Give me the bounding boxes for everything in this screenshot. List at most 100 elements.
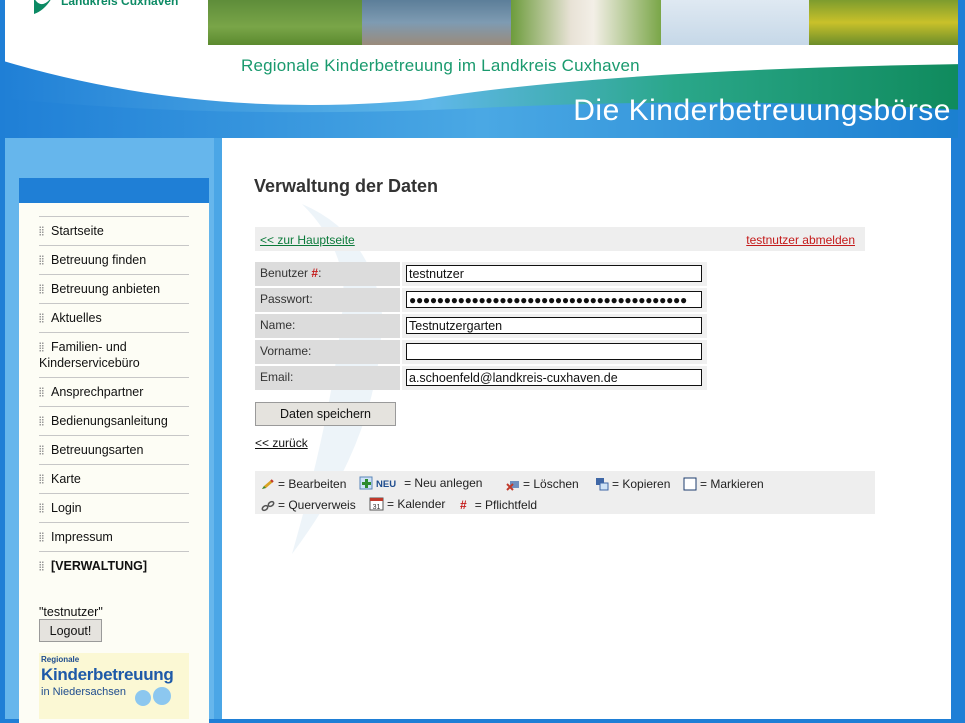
sidebar-item-label[interactable]: Login <box>51 501 82 515</box>
sidebar-item-familienservice[interactable]: Familien- und Kinderservicebüro <box>39 333 189 378</box>
frame-left-edge <box>0 0 5 138</box>
sidebar-item-karte[interactable]: Karte <box>39 465 189 494</box>
field-cell <box>402 288 707 312</box>
back-link[interactable]: << zurück <box>255 436 308 450</box>
link-chain-icon <box>261 500 275 512</box>
field-cell <box>402 340 707 364</box>
grip-icon <box>39 313 44 323</box>
field-cell <box>402 262 707 286</box>
logo-text: Landkreis Cuxhaven <box>61 0 179 8</box>
nav-list: Startseite Betreuung finden Betreuung an… <box>39 216 189 580</box>
badge-line-1: Regionale <box>41 655 80 664</box>
logo-area: Landkreis Cuxhaven <box>5 0 208 45</box>
frame-right-edge <box>951 138 958 719</box>
new-tag: NEU <box>376 479 397 490</box>
grip-icon <box>39 503 44 513</box>
field-cell <box>402 314 707 338</box>
sidebar-item-betreuung-anbieten[interactable]: Betreuung anbieten <box>39 275 189 304</box>
email-input[interactable] <box>406 369 702 386</box>
logout-button[interactable]: Logout! <box>39 619 102 642</box>
sidebar-item-label[interactable]: Impressum <box>51 530 113 544</box>
photo-child-smiling <box>511 0 661 45</box>
grip-icon <box>39 445 44 455</box>
required-mark: # <box>460 498 467 512</box>
sidebar-item-label[interactable]: Karte <box>51 472 81 486</box>
legend-required-text: = Pflichtfeld <box>474 498 538 512</box>
landkreis-logo-icon <box>34 0 51 14</box>
legend-copy: = Kopieren <box>595 477 670 491</box>
field-label-email: Email: <box>255 366 400 390</box>
photo-rapeseed-field <box>809 0 958 45</box>
legend-new-text: = Neu anlegen <box>404 476 483 490</box>
column-separator <box>214 138 222 719</box>
sidebar-item-aktuelles[interactable]: Aktuelles <box>39 304 189 333</box>
smiley-icon <box>135 690 151 706</box>
field-cell <box>402 366 707 390</box>
svg-text:31: 31 <box>373 504 381 511</box>
badge-line-2: Kinderbetreuung <box>41 665 174 684</box>
field-label-name: Name: <box>255 314 400 338</box>
sidebar-item-label[interactable]: Betreuung anbieten <box>51 282 160 296</box>
checkbox-icon <box>683 477 697 491</box>
badge-line-3: in Niedersachsen <box>41 686 126 698</box>
sidebar-item-label[interactable]: Betreuung finden <box>51 253 146 267</box>
save-data-button[interactable]: Daten speichern <box>255 402 396 426</box>
form-row-email: Email: <box>255 366 707 390</box>
legend-delete: = Löschen <box>506 477 579 491</box>
legend-required: # = Pflichtfeld <box>460 498 537 512</box>
current-user-label: "testnutzer" <box>39 605 103 619</box>
sidebar-item-login[interactable]: Login <box>39 494 189 523</box>
grip-icon <box>39 532 44 542</box>
sidebar-item-startseite[interactable]: Startseite <box>39 217 189 246</box>
site-header: Landkreis Cuxhaven Regionale Kinderbetre… <box>0 0 965 138</box>
sidebar-item-label[interactable]: Betreuungsarten <box>51 443 143 457</box>
sidebar-item-ansprechpartner[interactable]: Ansprechpartner <box>39 378 189 407</box>
legend-mark-text: = Markieren <box>700 477 764 491</box>
sidebar-item-label[interactable]: Aktuelles <box>51 311 102 325</box>
legend-delete-text: = Löschen <box>523 477 579 491</box>
grip-icon <box>39 387 44 397</box>
sidebar-item-label[interactable]: [VERWALTUNG] <box>51 559 147 573</box>
kinderbetreuung-niedersachsen-badge[interactable]: Regionale Kinderbetreuung in Niedersachs… <box>39 653 189 719</box>
logout-user-link[interactable]: testnutzer abmelden <box>746 233 855 247</box>
grip-icon <box>39 474 44 484</box>
grip-icon <box>39 284 44 294</box>
username-input[interactable] <box>406 265 702 282</box>
sidebar-item-verwaltung[interactable]: [VERWALTUNG] <box>39 552 189 580</box>
field-label-vorname: Vorname: <box>255 340 400 364</box>
legend-copy-text: = Kopieren <box>612 477 671 491</box>
grip-icon <box>39 561 44 571</box>
nav-header-bar <box>19 178 209 203</box>
sidebar-item-betreuungsarten[interactable]: Betreuungsarten <box>39 436 189 465</box>
smiley-icon <box>153 687 171 705</box>
photo-sky <box>661 0 809 45</box>
add-new-icon <box>359 476 373 490</box>
field-label-benutzer: Benutzer #: <box>255 262 400 286</box>
calendar-icon: 31 <box>369 497 384 511</box>
sidebar-item-label[interactable]: Ansprechpartner <box>51 385 143 399</box>
sidebar-item-impressum[interactable]: Impressum <box>39 523 189 552</box>
grip-icon <box>39 342 44 352</box>
field-label-text: Benutzer <box>260 266 309 280</box>
field-label-suffix: : <box>318 266 322 280</box>
main-content: Verwaltung der Daten << zur Hauptseite t… <box>222 138 958 719</box>
legend-calendar: 31 = Kalender <box>369 497 445 511</box>
name-input[interactable] <box>406 317 702 334</box>
password-input[interactable] <box>406 291 702 308</box>
field-label-passwort: Passwort: <box>255 288 400 312</box>
pencil-icon <box>262 479 274 489</box>
photo-children-meadow <box>208 0 362 45</box>
sidebar-item-label[interactable]: Startseite <box>51 224 104 238</box>
sidebar-item-betreuung-finden[interactable]: Betreuung finden <box>39 246 189 275</box>
legend-mark: = Markieren <box>683 477 764 491</box>
action-bar: << zur Hauptseite testnutzer abmelden <box>255 227 865 251</box>
vorname-input[interactable] <box>406 343 702 360</box>
icon-legend: = Bearbeiten NEU = Neu anlegen = Löschen … <box>255 471 875 514</box>
sidebar-item-bedienungsanleitung[interactable]: Bedienungsanleitung <box>39 407 189 436</box>
back-to-home-link[interactable]: << zur Hauptseite <box>260 233 355 247</box>
photo-beach <box>362 0 511 45</box>
sidebar-item-label[interactable]: Familien- und Kinderservicebüro <box>39 340 140 370</box>
copy-icon <box>596 478 609 491</box>
grip-icon <box>39 416 44 426</box>
sidebar-item-label[interactable]: Bedienungsanleitung <box>51 414 168 428</box>
